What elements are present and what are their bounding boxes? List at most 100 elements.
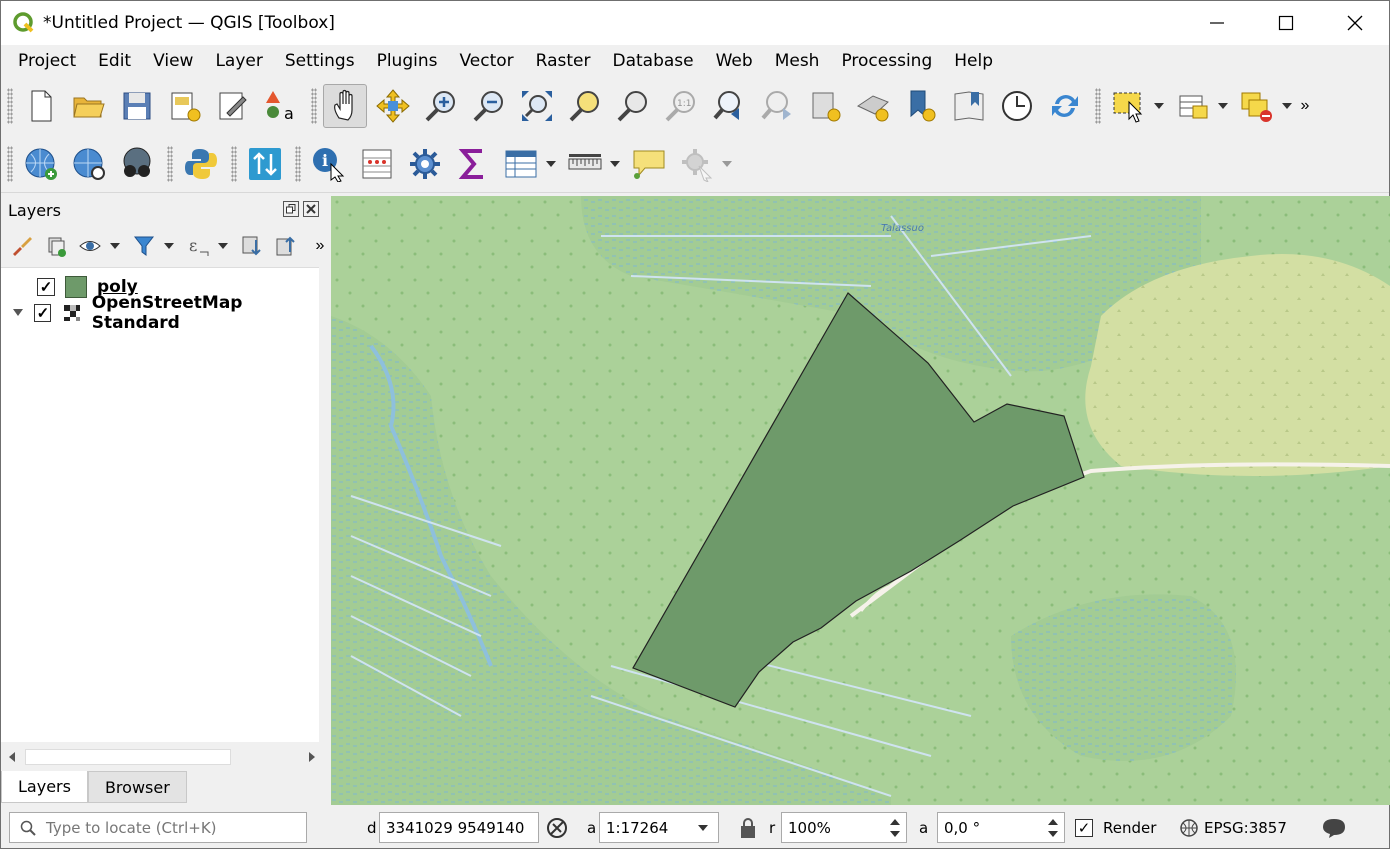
measure-line-button[interactable] [563, 142, 607, 186]
menu-mesh[interactable]: Mesh [764, 51, 831, 71]
zoom-full-button[interactable] [515, 84, 559, 128]
filter-by-expression-button[interactable]: ε [183, 232, 213, 260]
toolbar-grip[interactable] [7, 145, 13, 182]
rotation-spinbox[interactable]: 0,0 ° [937, 812, 1065, 843]
expand-arrow[interactable] [1, 309, 34, 317]
field-calculator-button[interactable] [355, 142, 399, 186]
tab-layers[interactable]: Layers [1, 771, 88, 803]
panel-splitter[interactable] [323, 195, 331, 805]
zoom-to-layer-button[interactable] [611, 84, 655, 128]
close-button[interactable] [1320, 1, 1389, 45]
style-panel-button[interactable] [7, 232, 37, 260]
measure-dropdown-arrow[interactable] [609, 160, 621, 167]
menu-processing[interactable]: Processing [830, 51, 943, 71]
temporal-controller-button[interactable] [995, 84, 1039, 128]
toolbar-grip[interactable] [231, 145, 237, 182]
messages-icon[interactable] [1321, 817, 1347, 839]
toolbar-grip[interactable] [295, 145, 301, 182]
menu-project[interactable]: Project [7, 51, 87, 71]
menu-view[interactable]: View [142, 51, 204, 71]
show-bookmarks-button[interactable] [947, 84, 991, 128]
lock-scale-icon[interactable] [739, 817, 757, 839]
tab-browser[interactable]: Browser [87, 771, 187, 803]
menu-settings[interactable]: Settings [274, 51, 366, 71]
locator-search-field[interactable]: Type to locate (Ctrl+K) [9, 812, 307, 843]
render-checkbox[interactable]: ✓ [1075, 819, 1093, 837]
toolbar-grip[interactable] [7, 88, 13, 124]
toolbar-grip[interactable] [1095, 88, 1101, 124]
scale-combobox[interactable]: 1:17264 [599, 812, 719, 843]
scrollbar-thumb[interactable] [25, 749, 231, 765]
open-project-button[interactable] [67, 84, 111, 128]
new-project-button[interactable] [19, 84, 63, 128]
style-manager-button[interactable]: a [259, 84, 303, 128]
filter-dropdown-arrow[interactable] [163, 243, 175, 249]
expand-all-button[interactable] [237, 232, 267, 260]
map-canvas[interactable]: Talassuo [331, 196, 1390, 805]
magnifier-spinbox[interactable]: 100% [781, 812, 907, 843]
new-3d-map-view-button[interactable] [851, 84, 895, 128]
float-panel-button[interactable] [283, 201, 299, 217]
layer-row-osm[interactable]: ✓ OpenStreetMap Standard [1, 293, 319, 333]
refresh-button[interactable] [1043, 84, 1087, 128]
processing-toolbox-button[interactable] [403, 142, 447, 186]
sort-button[interactable] [243, 142, 287, 186]
menu-vector[interactable]: Vector [448, 51, 524, 71]
new-spatial-bookmark-button[interactable] [899, 84, 943, 128]
menu-help[interactable]: Help [943, 51, 1004, 71]
deselect-all-button[interactable] [1235, 84, 1279, 128]
new-map-view-button[interactable] [803, 84, 847, 128]
save-project-button[interactable] [115, 84, 159, 128]
layer-visibility-checkbox[interactable]: ✓ [37, 278, 55, 296]
menu-database[interactable]: Database [601, 51, 704, 71]
scroll-left-icon[interactable] [7, 747, 17, 767]
attribute-dropdown-arrow[interactable] [1217, 103, 1229, 109]
zoom-native-button[interactable]: 1:1 [659, 84, 703, 128]
collapse-all-button[interactable] [271, 232, 301, 260]
metasearch-button[interactable] [115, 142, 159, 186]
menu-plugins[interactable]: Plugins [366, 51, 449, 71]
crs-globe-icon[interactable] [1179, 818, 1199, 838]
visibility-dropdown-arrow[interactable] [109, 243, 121, 249]
add-wms-layer-button[interactable] [19, 142, 63, 186]
zoom-last-button[interactable] [707, 84, 751, 128]
coordinate-field[interactable]: 3341029 9549140 [379, 812, 539, 843]
select-by-attribute-button[interactable] [1171, 84, 1215, 128]
menu-web[interactable]: Web [705, 51, 764, 71]
select-dropdown-arrow[interactable] [1153, 103, 1165, 109]
add-group-button[interactable] [41, 232, 71, 260]
spin-arrows-icon[interactable] [1048, 817, 1058, 839]
toolbar-grip[interactable] [167, 145, 173, 182]
maximize-button[interactable] [1251, 1, 1320, 45]
toolbar-overflow-button[interactable]: » [1297, 97, 1313, 115]
python-console-button[interactable] [179, 142, 223, 186]
new-print-layout-button[interactable] [163, 84, 207, 128]
close-panel-button[interactable] [303, 201, 319, 217]
action-dropdown-arrow[interactable] [721, 160, 733, 167]
menu-edit[interactable]: Edit [87, 51, 142, 71]
toggle-extents-icon[interactable] [545, 816, 569, 840]
menu-raster[interactable]: Raster [525, 51, 602, 71]
zoom-to-selection-button[interactable] [563, 84, 607, 128]
zoom-next-button[interactable] [755, 84, 799, 128]
zoom-out-button[interactable] [467, 84, 511, 128]
menu-layer[interactable]: Layer [204, 51, 273, 71]
attribute-table-dropdown-arrow[interactable] [545, 160, 557, 167]
expression-dropdown-arrow[interactable] [217, 243, 229, 249]
add-wfs-layer-button[interactable] [67, 142, 111, 186]
select-features-button[interactable] [1107, 84, 1151, 128]
pan-to-selection-button[interactable] [371, 84, 415, 128]
layer-visibility-checkbox[interactable]: ✓ [34, 304, 52, 322]
identify-features-button[interactable]: i [307, 142, 351, 186]
action-button[interactable] [675, 142, 719, 186]
toolbar-grip[interactable] [311, 88, 317, 124]
layout-manager-button[interactable] [211, 84, 255, 128]
manage-visibility-button[interactable] [75, 232, 105, 260]
scroll-right-icon[interactable] [307, 747, 317, 767]
open-attribute-table-button[interactable] [499, 142, 543, 186]
text-annotation-button[interactable] [627, 142, 671, 186]
zoom-in-button[interactable] [419, 84, 463, 128]
layer-tree-horizontal-scrollbar[interactable] [5, 747, 319, 767]
deselect-dropdown-arrow[interactable] [1281, 103, 1293, 109]
filter-legend-button[interactable] [129, 232, 159, 260]
